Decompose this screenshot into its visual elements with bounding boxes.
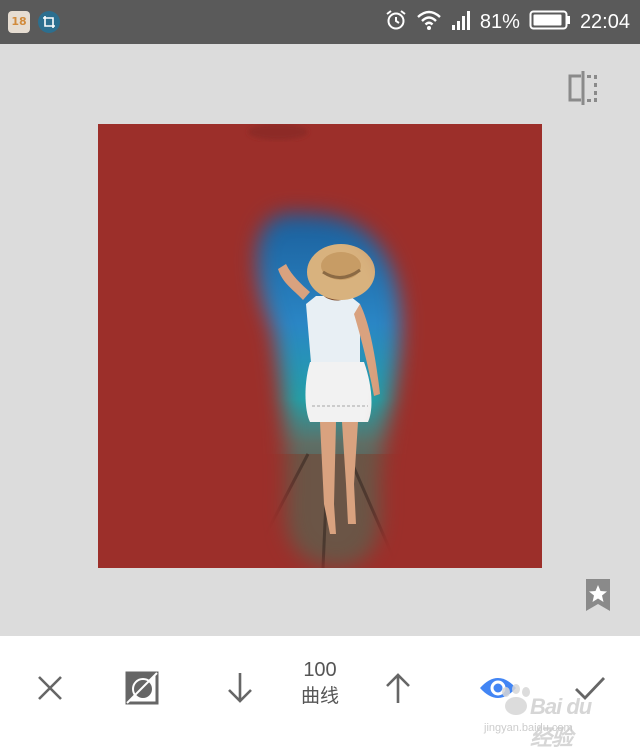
arrow-up-icon (386, 673, 410, 703)
calendar-app-icon: 18 (8, 11, 30, 33)
cancel-button[interactable] (26, 664, 74, 712)
bookmark-button[interactable] (584, 578, 612, 612)
status-bar: 18 81% 22:04 (0, 0, 640, 44)
close-icon (38, 676, 62, 700)
compare-split-icon (568, 71, 597, 105)
invert-mask-icon (125, 671, 159, 705)
adjustment-label: 曲线 (300, 685, 339, 707)
status-indicators: 81% 22:04 (385, 0, 630, 44)
invert-mask-button[interactable] (118, 664, 166, 712)
adjustment-value: 100 (303, 659, 337, 681)
compare-button[interactable] (566, 70, 600, 106)
star-bookmark-icon (586, 579, 610, 611)
decrease-button[interactable] (216, 664, 264, 712)
increase-button[interactable] (374, 664, 422, 712)
battery-icon (529, 10, 571, 34)
adjustment-value-display: 100 曲线 (290, 658, 350, 710)
baidu-watermark: Bai du 经验 jingyan.baidu.com (484, 682, 604, 750)
battery-percent: 81% (479, 10, 520, 33)
watermark-url: jingyan.baidu.com (484, 722, 573, 734)
clock: 22:04 (579, 10, 630, 33)
arrow-down-icon (228, 673, 252, 703)
edited-photo[interactable] (98, 124, 542, 568)
signal-icon (451, 9, 471, 35)
alarm-icon (385, 9, 407, 35)
wifi-icon (416, 9, 442, 35)
photo-editor-app-icon (38, 11, 60, 33)
